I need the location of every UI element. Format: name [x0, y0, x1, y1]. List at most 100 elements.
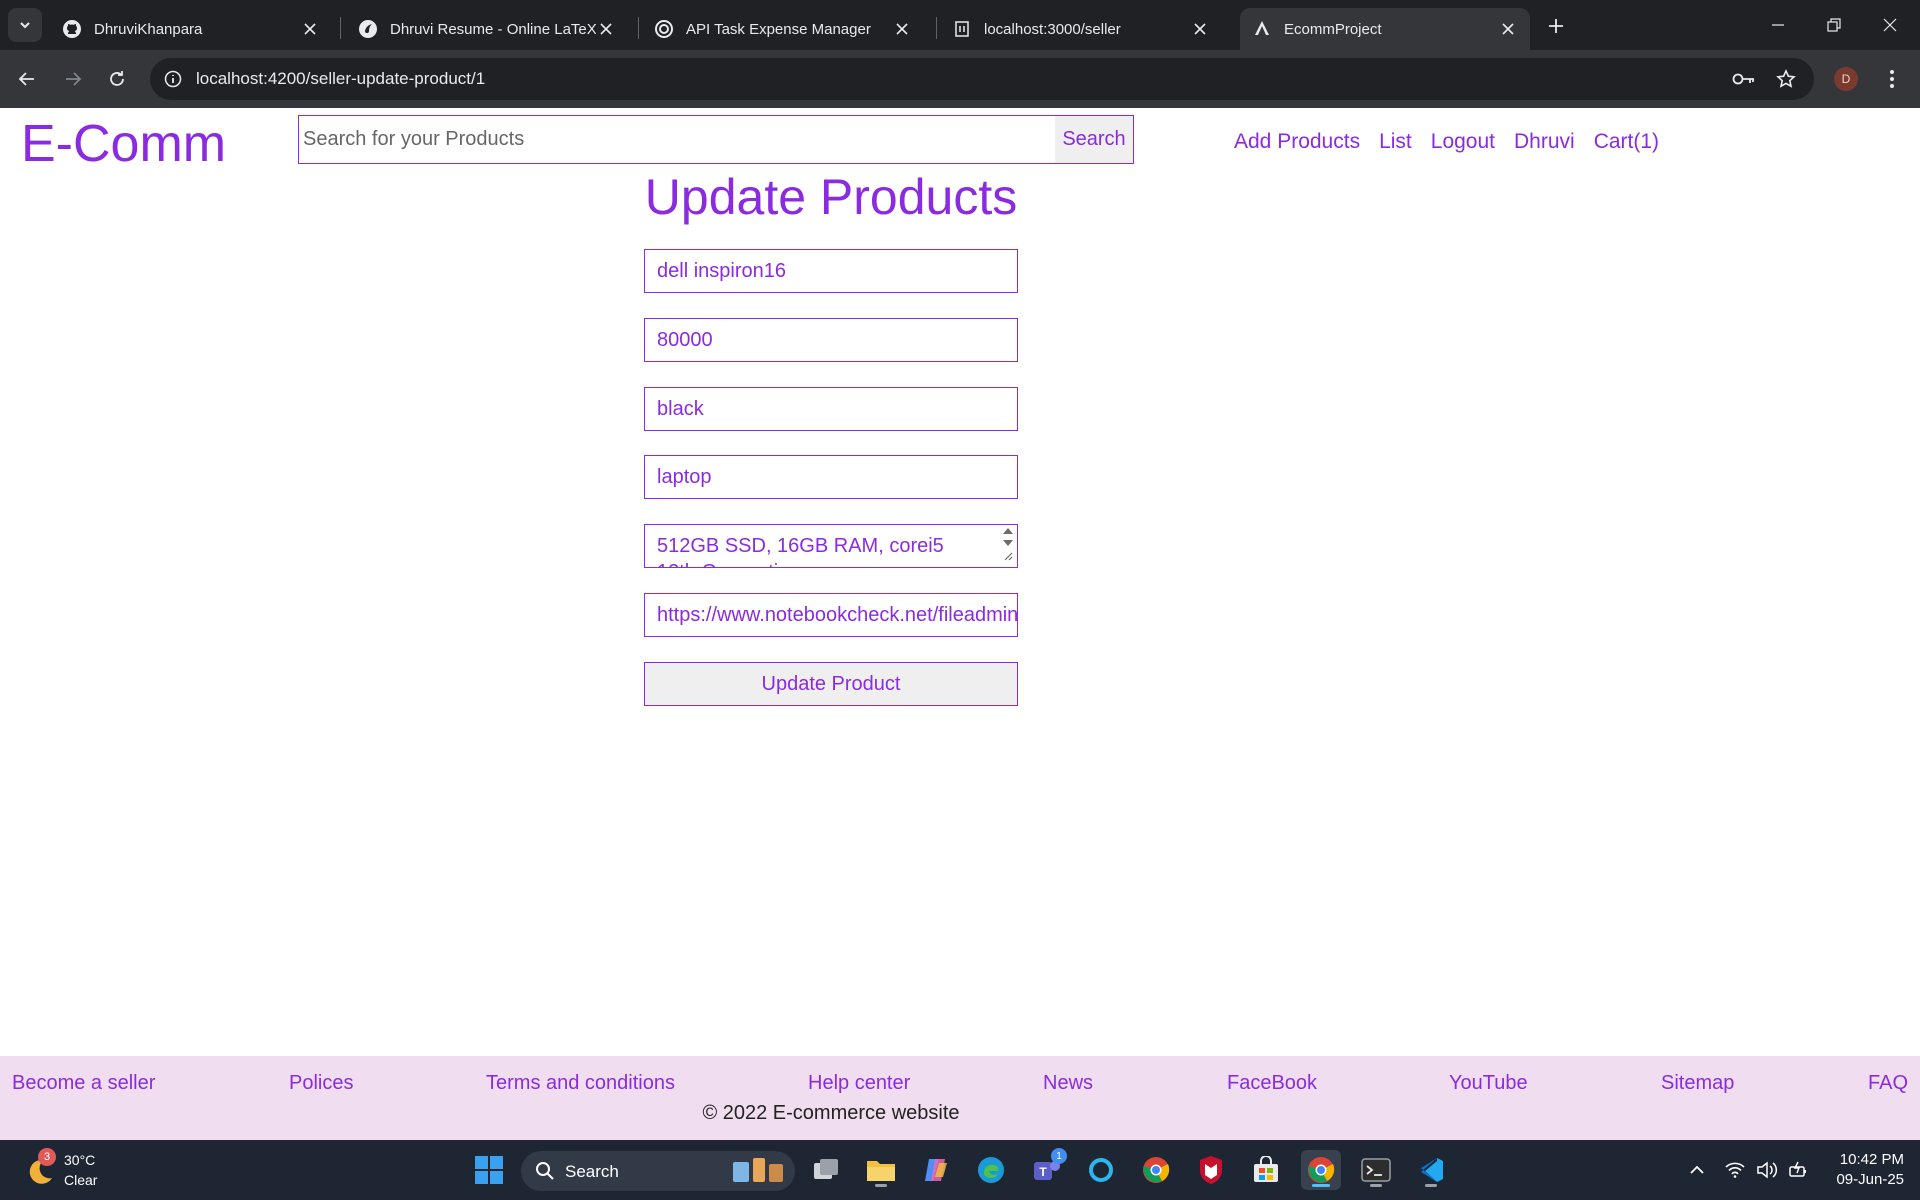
windows-icon: [475, 1156, 503, 1184]
footer-link-facebook[interactable]: FaceBook: [1227, 1072, 1317, 1095]
wifi-icon: [1725, 1162, 1745, 1178]
weather-badge: 3: [38, 1148, 56, 1166]
header-nav: Add Products List Logout Dhruvi Cart(1): [1234, 130, 1678, 154]
tab-title: localhost:3000/seller: [984, 20, 1121, 38]
plus-icon: [1549, 19, 1563, 33]
tab-overleaf[interactable]: Dhruvi Resume - Online LaTeX Editor: [346, 8, 628, 50]
new-tab-button[interactable]: [1542, 12, 1570, 40]
nav-cart[interactable]: Cart(1): [1594, 130, 1659, 154]
restore-button[interactable]: [1806, 0, 1862, 50]
footer-link-become-seller[interactable]: Become a seller: [12, 1072, 155, 1095]
chrome-profile-taskbar-button[interactable]: [1301, 1150, 1341, 1190]
start-button[interactable]: [469, 1150, 509, 1190]
product-description-textarea[interactable]: 512GB SSD, 16GB RAM, corei5 12th Generat…: [644, 524, 1018, 568]
overleaf-icon: [358, 19, 378, 39]
nav-list[interactable]: List: [1379, 130, 1412, 154]
address-bar[interactable]: localhost:4200/seller-update-product/1: [150, 58, 1814, 100]
teams-button[interactable]: T 1: [1026, 1148, 1067, 1190]
page-content: E-Comm Search Add Products List Logout D…: [0, 108, 1920, 1140]
active-indicator: [1312, 1184, 1330, 1187]
tab-localhost-seller[interactable]: localhost:3000/seller: [940, 8, 1222, 50]
nav-add-products[interactable]: Add Products: [1234, 130, 1360, 154]
nav-logout[interactable]: Logout: [1431, 130, 1495, 154]
battery-charging-icon: [1789, 1161, 1806, 1177]
site-logo[interactable]: E-Comm: [21, 114, 226, 174]
product-category-field[interactable]: laptop: [644, 455, 1018, 499]
footer-link-terms[interactable]: Terms and conditions: [486, 1072, 675, 1095]
profile-avatar[interactable]: D: [1834, 67, 1858, 91]
show-hidden-icons-button[interactable]: [1677, 1150, 1717, 1190]
chrome-taskbar-button[interactable]: [1136, 1150, 1176, 1190]
copilot-icon: [925, 1159, 947, 1181]
password-key-icon[interactable]: [1732, 67, 1756, 91]
bookmark-star-icon[interactable]: [1774, 67, 1798, 91]
mcafee-shield-icon: [1200, 1156, 1222, 1184]
minimize-icon: [1772, 24, 1784, 26]
tab-api-task[interactable]: API Task Expense Manager: [642, 8, 924, 50]
scroll-down-icon[interactable]: [1002, 539, 1014, 547]
update-product-button[interactable]: Update Product: [644, 662, 1018, 706]
close-icon[interactable]: [596, 19, 616, 39]
vscode-button[interactable]: [1411, 1150, 1451, 1190]
resize-handle-icon[interactable]: [1003, 551, 1013, 561]
browser-tab-strip: DhruviKhanpara Dhruvi Resume - Online La…: [0, 0, 1920, 50]
file-explorer-button[interactable]: [861, 1150, 901, 1190]
teams-badge: 1: [1051, 1148, 1067, 1164]
clock-time: 10:42 PM: [1839, 1151, 1904, 1168]
taskbar-search[interactable]: Search: [521, 1151, 795, 1191]
product-price-field[interactable]: 80000: [644, 318, 1018, 362]
close-icon[interactable]: [1498, 19, 1518, 39]
product-description-value: 512GB SSD, 16GB RAM, corei5 12th Generat…: [657, 535, 944, 567]
tab-search-button[interactable]: [8, 8, 42, 42]
reload-button[interactable]: [100, 62, 134, 96]
search-button[interactable]: Search: [1055, 116, 1133, 163]
close-icon[interactable]: [1190, 19, 1210, 39]
product-name-field[interactable]: dell inspiron16: [644, 249, 1018, 293]
page-icon: [952, 19, 972, 39]
battery-status[interactable]: [1784, 1150, 1814, 1190]
browser-menu-button[interactable]: [1880, 64, 1904, 94]
site-info-icon[interactable]: [160, 66, 186, 92]
github-icon: [62, 19, 82, 39]
forward-button[interactable]: [56, 62, 90, 96]
task-view-button[interactable]: [806, 1150, 846, 1190]
terminal-button[interactable]: [1356, 1150, 1396, 1190]
close-window-button[interactable]: [1862, 0, 1918, 50]
textarea-scrollbar[interactable]: [1001, 527, 1015, 565]
footer-link-news[interactable]: News: [1043, 1072, 1093, 1095]
footer-copyright: © 2022 E-commerce website: [702, 1102, 960, 1124]
reload-icon: [110, 71, 124, 86]
close-icon[interactable]: [892, 19, 912, 39]
system-clock[interactable]: 10:42 PM 09-Jun-25: [1818, 1150, 1904, 1190]
footer-link-sitemap[interactable]: Sitemap: [1661, 1072, 1734, 1095]
footer-link-help-center[interactable]: Help center: [808, 1072, 910, 1095]
mcafee-button[interactable]: [1191, 1150, 1231, 1190]
tab-title: API Task Expense Manager: [686, 20, 871, 38]
angular-icon: [1252, 19, 1272, 39]
product-name-value: dell inspiron16: [657, 260, 786, 282]
back-button[interactable]: [10, 62, 44, 96]
footer-link-faq[interactable]: FAQ: [1868, 1072, 1908, 1095]
scroll-up-icon[interactable]: [1002, 527, 1014, 535]
volume-status[interactable]: [1752, 1150, 1782, 1190]
clock-date: 09-Jun-25: [1836, 1171, 1904, 1188]
close-icon[interactable]: [300, 19, 320, 39]
wifi-status[interactable]: [1720, 1150, 1750, 1190]
browser-toolbar: localhost:4200/seller-update-product/1 D: [0, 50, 1920, 108]
cortana-button[interactable]: [1081, 1150, 1121, 1190]
tab-ecommproject[interactable]: EcommProject: [1240, 8, 1530, 50]
search-input[interactable]: [299, 116, 1055, 163]
product-category-value: laptop: [657, 466, 712, 488]
product-image-url-field[interactable]: https://www.notebookcheck.net/fileadmin: [644, 593, 1018, 637]
address-url[interactable]: localhost:4200/seller-update-product/1: [196, 69, 485, 89]
running-indicator: [875, 1184, 887, 1187]
footer-link-youtube[interactable]: YouTube: [1449, 1072, 1528, 1095]
edge-button[interactable]: [971, 1150, 1011, 1190]
copilot-button[interactable]: [916, 1150, 956, 1190]
minimize-button[interactable]: [1750, 0, 1806, 50]
footer-link-polices[interactable]: Polices: [289, 1072, 353, 1095]
product-color-field[interactable]: black: [644, 387, 1018, 431]
tab-github[interactable]: DhruviKhanpara: [50, 8, 332, 50]
nav-user[interactable]: Dhruvi: [1514, 130, 1575, 154]
store-button[interactable]: [1246, 1150, 1286, 1190]
